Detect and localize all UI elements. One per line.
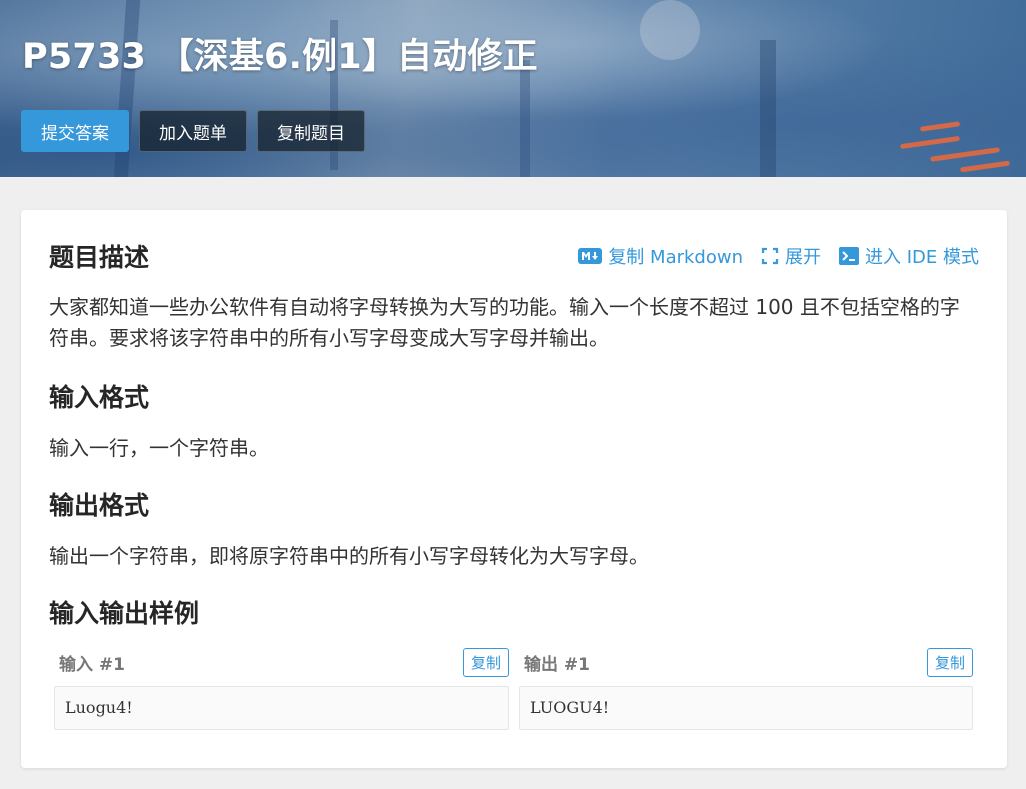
expand-button[interactable]: 展开 xyxy=(761,243,821,269)
problem-title: P5733 【深基6.例1】自动修正 xyxy=(22,37,538,77)
copy-problem-button[interactable]: 复制题目 xyxy=(257,110,365,152)
banner-brushstroke xyxy=(959,160,1011,173)
sample-input-label: 输入 #1 xyxy=(59,654,125,675)
sample-input-block: 输入 #1 复制 Luogu4! xyxy=(54,646,509,730)
copy-markdown-button[interactable]: 复制 Markdown xyxy=(578,243,743,269)
copy-output-button[interactable]: 复制 xyxy=(926,647,973,677)
expand-icon xyxy=(761,247,779,265)
banner-brushstroke xyxy=(899,135,961,150)
problem-card: 题目描述 复制 Markdown 展开 进入 IDE 模式 大家都知道一些办公软… xyxy=(21,210,1007,768)
ide-mode-button[interactable]: 进入 IDE 模式 xyxy=(839,243,979,269)
expand-label: 展开 xyxy=(785,247,821,268)
sample-output-block: 输出 #1 复制 LUOGU4! xyxy=(519,646,973,730)
sample-output-header: 输出 #1 复制 xyxy=(519,646,973,678)
input-format-text: 输入一行，一个字符串。 xyxy=(49,436,269,460)
input-format-heading: 输入格式 xyxy=(49,383,150,412)
add-to-list-button[interactable]: 加入题单 xyxy=(139,110,247,152)
banner-brushstroke xyxy=(760,40,776,177)
copy-input-button[interactable]: 复制 xyxy=(462,647,509,677)
description-header: 题目描述 复制 Markdown 展开 进入 IDE 模式 xyxy=(49,238,979,274)
problem-actions: 提交答案 加入题单 复制题目 xyxy=(21,110,365,152)
sample-input-header: 输入 #1 复制 xyxy=(54,646,509,678)
problem-banner: P5733 【深基6.例1】自动修正 提交答案 加入题单 复制题目 xyxy=(0,0,1026,177)
ide-mode-label: 进入 IDE 模式 xyxy=(865,247,979,268)
sample-output-label: 输出 #1 xyxy=(524,654,590,675)
problem-toolbar: 复制 Markdown 展开 进入 IDE 模式 xyxy=(578,243,979,269)
banner-brushstroke xyxy=(919,121,961,132)
markdown-icon xyxy=(578,248,603,264)
sample-output-value[interactable]: LUOGU4! xyxy=(519,686,973,730)
submit-answer-button[interactable]: 提交答案 xyxy=(21,110,129,152)
description-text: 大家都知道一些办公软件有自动将字母转换为大写的功能。输入一个长度不超过 100 … xyxy=(49,295,960,350)
copy-markdown-label: 复制 Markdown xyxy=(608,247,743,268)
banner-brushstroke xyxy=(929,147,1001,162)
banner-brushstroke xyxy=(640,0,700,60)
terminal-icon xyxy=(839,247,859,265)
output-format-heading: 输出格式 xyxy=(49,491,150,520)
description-heading: 题目描述 xyxy=(49,243,150,272)
sample-input-value[interactable]: Luogu4! xyxy=(54,686,509,730)
samples-heading: 输入输出样例 xyxy=(49,599,200,628)
output-format-text: 输出一个字符串，即将原字符串中的所有小写字母转化为大写字母。 xyxy=(49,544,649,568)
